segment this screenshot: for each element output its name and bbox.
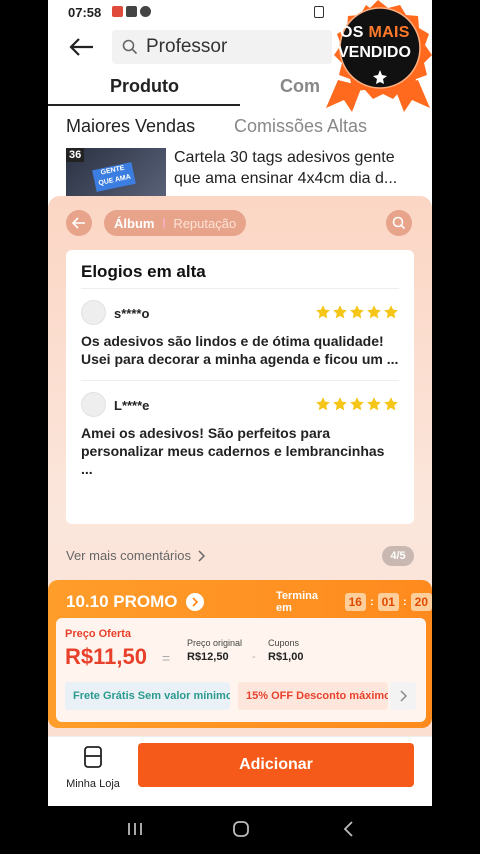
sort-options: Maiores Vendas Comissões Altas (66, 116, 367, 137)
panel-back-button[interactable] (66, 210, 92, 236)
divider: | (162, 217, 166, 229)
promo-title[interactable]: 10.10 PROMO (66, 592, 204, 612)
product-title[interactable]: Cartela 30 tags adesivos gente que ama e… (174, 147, 420, 189)
back-icon[interactable] (342, 820, 356, 838)
app-screen: 07:58 Professor Produto Com OS MAIS VEND… (48, 0, 432, 806)
star-icon (333, 397, 347, 411)
timer-hours: 16 (344, 593, 366, 611)
search-icon (122, 39, 138, 55)
add-button[interactable]: Adicionar (138, 743, 414, 787)
review-text: Amei os adesivos! São perfeitos para per… (81, 425, 385, 477)
tab-comissoes[interactable]: Com (280, 76, 320, 97)
whatsapp-icon (140, 6, 151, 17)
panel-search-button[interactable] (386, 210, 412, 236)
tab-reputation[interactable]: Reputação (173, 216, 236, 231)
timer-minutes: 01 (377, 593, 399, 611)
reviews-title: Elogios em alta (81, 262, 206, 281)
star-icon (384, 305, 398, 319)
badge-line1: OS MAIS (340, 24, 410, 41)
page-indicator: 4/5 (382, 546, 414, 566)
search-icon (392, 216, 406, 230)
back-button[interactable] (64, 30, 98, 64)
discount-chip[interactable]: 15% OFF Desconto máximo (238, 682, 388, 710)
tab-album[interactable]: Álbum (114, 216, 154, 231)
arrow-left-icon (72, 217, 85, 229)
review-user: s****o (114, 306, 150, 321)
coupons-label: Cupons (268, 638, 300, 648)
offer-price-label: Preço Oferta (65, 628, 132, 640)
star-icon (350, 305, 364, 319)
sort-high-commissions[interactable]: Comissões Altas (234, 116, 367, 137)
home-icon[interactable] (232, 820, 250, 838)
chevron-right-icon (198, 549, 205, 562)
star-icon (333, 305, 347, 319)
thumb-sticker: GENTE QUE AMA (92, 162, 136, 192)
more-offers-button[interactable] (390, 682, 416, 710)
coupons-value: R$1,00 (268, 651, 304, 663)
recent-apps-icon[interactable] (126, 820, 144, 838)
avatar (81, 392, 106, 417)
original-price: R$12,50 (187, 651, 229, 663)
badge-line2: VENDIDO (338, 44, 411, 61)
star-icon (367, 305, 381, 319)
notification-icons (112, 6, 151, 17)
my-shop-label: Minha Loja (66, 778, 120, 790)
product-thumbnail[interactable]: 36 GENTE QUE AMA (66, 148, 166, 196)
star-icon (316, 397, 330, 411)
free-shipping-chip[interactable]: Frete Grátis Sem valor mínimo (65, 682, 230, 710)
promo-banner: 10.10 PROMO Termina em 16 : 01 : 20 Preç… (48, 580, 432, 728)
app-notification-icon (112, 6, 123, 17)
app-notification-icon (126, 6, 137, 17)
divider (81, 380, 399, 381)
search-input[interactable]: Professor (112, 30, 332, 64)
star-icon (367, 397, 381, 411)
review-user: L****e (114, 398, 150, 413)
chevron-right-icon (400, 690, 407, 702)
timer-separator: : (402, 596, 407, 608)
equals-sign: = (162, 650, 171, 666)
sort-best-sellers[interactable]: Maiores Vendas (66, 116, 195, 136)
product-detail-panel: Álbum | Reputação Elogios em alta s****o (48, 196, 432, 736)
minus-sign: - (252, 651, 256, 663)
avatar (81, 300, 106, 325)
original-price-label: Preço original (187, 638, 243, 648)
bottom-action-bar: Minha Loja Adicionar (48, 736, 432, 806)
countdown-timer: Termina em 16 : 01 : 20 (276, 590, 432, 614)
star-rating (315, 396, 399, 412)
chevron-right-icon (185, 593, 204, 611)
search-query: Professor (146, 36, 228, 57)
section-switcher: Álbum | Reputação (104, 210, 246, 236)
arrow-left-icon (69, 38, 93, 56)
more-comments-link[interactable]: Ver mais comentários (66, 548, 205, 563)
android-nav-bar (0, 806, 480, 854)
review-text: Os adesivos são lindos e de ótima qualid… (81, 333, 399, 367)
reviews-card: Elogios em alta s****o Os adesivos são l… (66, 250, 414, 524)
timer-separator: : (369, 596, 374, 608)
price-card: Preço Oferta R$11,50 = Preço original R$… (56, 618, 426, 722)
rank-badge: 36 (66, 148, 85, 162)
shop-icon (84, 746, 102, 768)
active-tab-indicator (48, 104, 240, 106)
my-shop-button[interactable]: Minha Loja (62, 745, 124, 790)
timer-seconds: 20 (410, 593, 432, 611)
best-seller-badge: OS MAIS VENDIDO (318, 0, 432, 112)
star-icon (384, 397, 398, 411)
star-rating (315, 304, 399, 320)
status-time: 07:58 (68, 5, 102, 20)
star-icon (316, 305, 330, 319)
more-comments-label: Ver mais comentários (66, 548, 191, 563)
timer-label: Termina em (276, 590, 318, 614)
tab-produto[interactable]: Produto (110, 76, 179, 97)
star-icon (350, 397, 364, 411)
offer-price: R$11,50 (65, 644, 147, 669)
divider (81, 288, 399, 289)
